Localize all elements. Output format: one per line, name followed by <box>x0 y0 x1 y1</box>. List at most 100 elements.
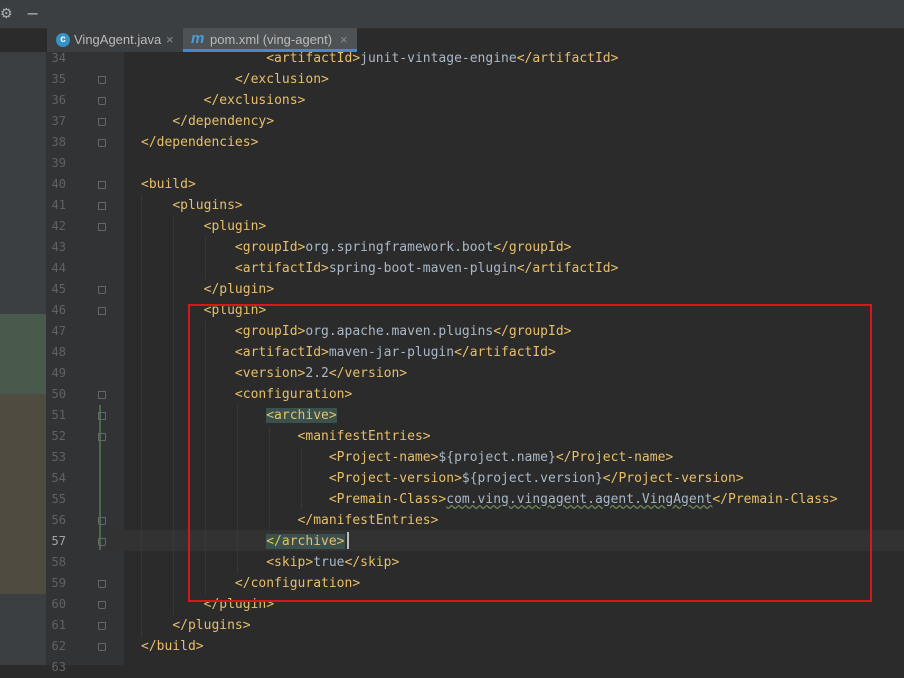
close-icon[interactable]: × <box>166 32 174 47</box>
xml-tag: </build> <box>141 639 204 654</box>
line-number: 45 <box>51 282 66 296</box>
line-number: 59 <box>51 576 66 590</box>
line-number: 34 <box>51 51 66 65</box>
maven-icon: m <box>191 30 205 47</box>
fold-marker-icon[interactable] <box>98 580 106 588</box>
fold-marker-icon[interactable] <box>98 307 106 315</box>
panel-highlight <box>0 314 46 394</box>
line-number: 52 <box>51 429 66 443</box>
fold-marker-icon[interactable] <box>98 412 106 420</box>
xml-tag: </artifactId> <box>516 261 619 276</box>
fold-marker-icon[interactable] <box>98 202 106 210</box>
xml-tag: <groupId> <box>234 240 306 255</box>
xml-tag: </artifactId> <box>516 51 619 66</box>
line-number: 51 <box>51 408 66 422</box>
vcs-change-marker <box>99 405 101 550</box>
fold-marker-icon[interactable] <box>98 517 106 525</box>
code-line[interactable]: </build> <box>141 636 204 657</box>
line-number: 58 <box>51 555 66 569</box>
xml-tag: </plugin> <box>203 282 275 297</box>
minimize-icon[interactable]: − <box>26 6 39 22</box>
line-number: 54 <box>51 471 66 485</box>
code-line[interactable]: <plugins> <box>141 195 243 216</box>
fold-marker-icon[interactable] <box>98 391 106 399</box>
line-number: 46 <box>51 303 66 317</box>
line-number: 56 <box>51 513 66 527</box>
xml-tag: </dependency> <box>172 114 275 129</box>
line-number: 35 <box>51 72 66 86</box>
code-line[interactable]: </dependency> <box>141 111 274 132</box>
fold-marker-icon[interactable] <box>98 181 106 189</box>
code-line[interactable]: <build> <box>141 174 196 195</box>
line-number: 36 <box>51 93 66 107</box>
line-number: 57 <box>51 534 66 548</box>
xml-tag: <artifactId> <box>266 51 361 66</box>
xml-tag: </exclusion> <box>234 72 329 87</box>
line-number: 47 <box>51 324 66 338</box>
code-line[interactable]: </plugins> <box>141 615 251 636</box>
fold-marker-icon[interactable] <box>98 601 106 609</box>
editor-tab-bar: ⚙ − <box>0 0 904 29</box>
xml-tag: <build> <box>141 177 196 192</box>
close-icon[interactable]: × <box>340 32 348 47</box>
line-number: 60 <box>51 597 66 611</box>
xml-text: org.springframework.boot <box>305 240 494 255</box>
xml-tag: </dependencies> <box>141 135 259 150</box>
fold-marker-icon[interactable] <box>98 76 106 84</box>
fold-marker-icon[interactable] <box>98 97 106 105</box>
fold-marker-icon[interactable] <box>98 118 106 126</box>
xml-tag: </exclusions> <box>203 93 306 108</box>
line-number: 61 <box>51 618 66 632</box>
line-number: 63 <box>51 660 66 674</box>
panel-highlight <box>0 394 46 594</box>
fold-marker-icon[interactable] <box>98 223 106 231</box>
line-number: 50 <box>51 387 66 401</box>
code-line[interactable]: <plugin> <box>141 216 267 237</box>
line-number: 41 <box>51 198 66 212</box>
fold-marker-icon[interactable] <box>98 538 106 546</box>
line-number: 48 <box>51 345 66 359</box>
code-line[interactable]: <groupId>org.springframework.boot</group… <box>141 237 572 258</box>
line-number: 53 <box>51 450 66 464</box>
xml-text: junit-vintage-engine <box>360 51 517 66</box>
fold-marker-icon[interactable] <box>98 643 106 651</box>
fold-marker-icon[interactable] <box>98 433 106 441</box>
line-number: 39 <box>51 156 66 170</box>
tab-label: VingAgent.java <box>74 32 162 47</box>
line-number: 38 <box>51 135 66 149</box>
annotation-box <box>188 304 872 602</box>
code-line[interactable]: <artifactId>spring-boot-maven-plugin</ar… <box>141 258 619 279</box>
gear-icon[interactable]: ⚙ <box>0 6 14 22</box>
line-number: 43 <box>51 240 66 254</box>
xml-tag: </plugins> <box>172 618 251 633</box>
code-line[interactable]: </exclusions> <box>141 90 306 111</box>
line-number: 44 <box>51 261 66 275</box>
xml-text: spring-boot-maven-plugin <box>328 261 517 276</box>
code-line[interactable]: </exclusion> <box>141 69 329 90</box>
xml-tag: <plugins> <box>172 198 243 213</box>
tab-label: pom.xml (ving-agent) <box>210 32 333 47</box>
code-line[interactable]: </plugin> <box>141 279 274 300</box>
code-line[interactable]: <artifactId>junit-vintage-engine</artifa… <box>141 48 618 69</box>
xml-tag: </groupId> <box>493 240 572 255</box>
line-number: 62 <box>51 639 66 653</box>
line-number: 37 <box>51 114 66 128</box>
line-number: 55 <box>51 492 66 506</box>
fold-marker-icon[interactable] <box>98 622 106 630</box>
xml-tag: <artifactId> <box>234 261 329 276</box>
line-number: 40 <box>51 177 66 191</box>
fold-marker-icon[interactable] <box>98 286 106 294</box>
xml-tag: <plugin> <box>203 219 267 234</box>
fold-marker-icon[interactable] <box>98 139 106 147</box>
code-line[interactable]: </dependencies> <box>141 132 258 153</box>
project-panel-edge <box>0 52 46 665</box>
